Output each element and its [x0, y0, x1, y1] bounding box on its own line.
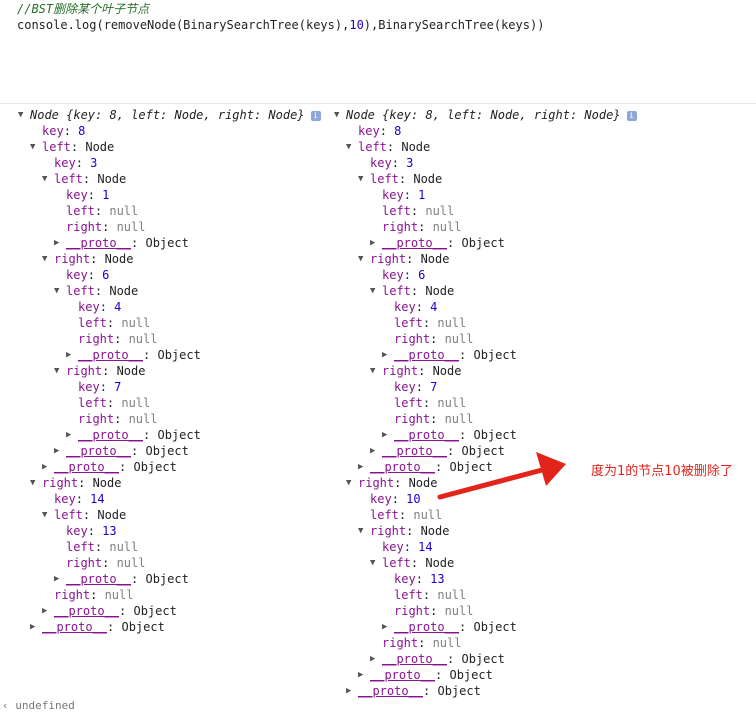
console-result-line: ‹ undefined — [2, 699, 75, 712]
annotation-arrow — [437, 452, 566, 500]
annotation-text: 度为1的节点10被删除了 — [591, 464, 733, 479]
